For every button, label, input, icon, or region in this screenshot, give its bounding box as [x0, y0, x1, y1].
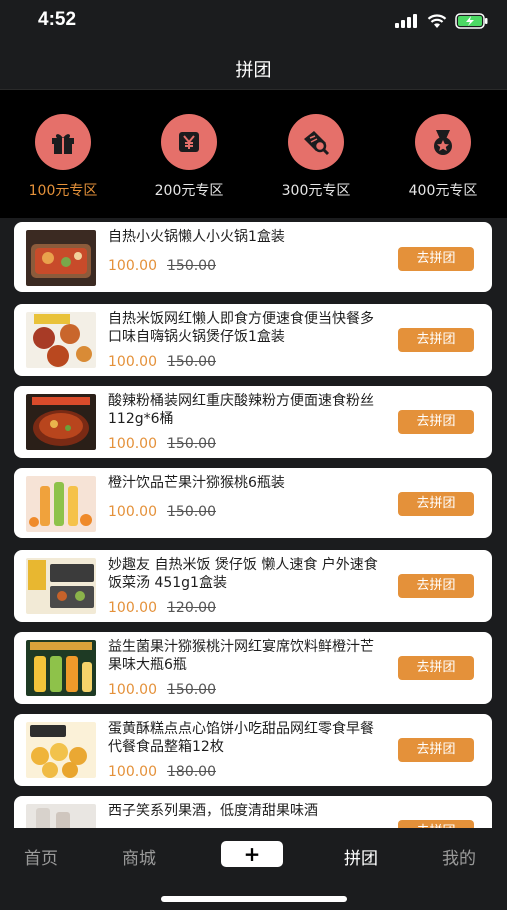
join-group-button[interactable]: 去拼团: [398, 656, 474, 680]
category-label: 400元专区: [408, 183, 478, 199]
join-group-button[interactable]: 去拼团: [398, 492, 474, 516]
product-image: [26, 476, 96, 532]
nav-bar: 拼团: [0, 44, 507, 90]
product-card[interactable]: 益生菌果汁猕猴桃汁网红宴席饮料鲜橙汁芒果味大瓶6瓶 100.00 150.00 去…: [14, 632, 492, 704]
product-title: 西子笑系列果酒，低度清甜果味酒: [108, 803, 318, 819]
category-circle: [288, 114, 344, 170]
product-image: [26, 558, 96, 614]
tab-group[interactable]: 拼团: [344, 844, 378, 869]
product-image: [26, 640, 96, 696]
product-price: 100.00: [108, 258, 157, 274]
battery-charging-icon: [455, 13, 488, 29]
tab-home[interactable]: 首页: [24, 844, 58, 869]
join-group-button[interactable]: 去拼团: [398, 738, 474, 762]
product-list[interactable]: 自热小火锅懒人小火锅1盒装 100.00 150.00 去拼团 自热米饭网红懒人即…: [8, 218, 499, 828]
status-icons: [395, 12, 489, 30]
product-card[interactable]: 自热米饭网红懒人即食方便速食便当快餐多口味自嗨锅火锅煲仔饭1盒装 100.00 1…: [14, 304, 492, 376]
product-price: 100.00: [108, 600, 157, 616]
join-group-button[interactable]: 去拼团: [398, 328, 474, 352]
product-old-price: 150.00: [167, 258, 216, 274]
price-row: 100.00 150.00: [108, 504, 216, 520]
medal-icon: [434, 130, 452, 155]
status-time: 4:52: [38, 9, 77, 30]
add-button[interactable]: +: [221, 841, 283, 867]
product-card[interactable]: 妙趣友 自热米饭 煲仔饭 懒人速食 户外速食 饭菜汤 451g1盒装 100.0…: [14, 550, 492, 622]
page-title: 拼团: [235, 60, 272, 81]
product-price: 100.00: [108, 682, 157, 698]
product-image: [26, 312, 96, 368]
product-title: 蛋黄酥糕点点心馅饼小吃甜品网红零食早餐代餐食品整箱12枚: [108, 721, 374, 755]
yen-card-icon: [179, 132, 199, 152]
join-group-button[interactable]: 去拼团: [398, 247, 474, 271]
category-label: 300元专区: [281, 183, 351, 199]
category-400[interactable]: 400元专区: [380, 114, 506, 200]
join-group-button[interactable]: 去拼团: [398, 574, 474, 598]
category-100[interactable]: 100元专区: [0, 114, 126, 200]
product-image: [26, 394, 96, 450]
product-image: [26, 722, 96, 778]
product-card[interactable]: 酸辣粉桶装网红重庆酸辣粉方便面速食粉丝112g*6桶 100.00 150.00 …: [14, 386, 492, 458]
product-old-price: 180.00: [167, 764, 216, 780]
product-title: 妙趣友 自热米饭 煲仔饭 懒人速食 户外速食 饭菜汤 451g1盒装: [108, 557, 378, 591]
category-label: 100元专区: [28, 183, 98, 199]
product-price: 100.00: [108, 354, 157, 370]
product-image: [26, 230, 96, 286]
product-old-price: 150.00: [167, 682, 216, 698]
product-card[interactable]: 西子笑系列果酒，低度清甜果味酒 去拼团: [14, 796, 492, 828]
product-old-price: 120.00: [167, 600, 216, 616]
product-title: 酸辣粉桶装网红重庆酸辣粉方便面速食粉丝112g*6桶: [108, 393, 374, 427]
ticket-search-icon: [304, 131, 330, 156]
tab-mine[interactable]: 我的: [442, 844, 476, 869]
product-price: 100.00: [108, 504, 157, 520]
product-card[interactable]: 蛋黄酥糕点点心馅饼小吃甜品网红零食早餐代餐食品整箱12枚 100.00 180.0…: [14, 714, 492, 786]
product-old-price: 150.00: [167, 436, 216, 452]
category-200[interactable]: 200元专区: [126, 114, 252, 200]
product-title: 自热米饭网红懒人即食方便速食便当快餐多口味自嗨锅火锅煲仔饭1盒装: [108, 311, 374, 345]
product-price: 100.00: [108, 764, 157, 780]
category-circle: [35, 114, 91, 170]
join-group-button[interactable]: 去拼团: [398, 410, 474, 434]
price-row: 100.00 150.00: [108, 354, 216, 370]
product-card[interactable]: 自热小火锅懒人小火锅1盒装 100.00 150.00 去拼团: [14, 222, 492, 292]
price-row: 100.00 150.00: [108, 436, 216, 452]
tab-mall[interactable]: 商城: [122, 844, 156, 869]
wifi-icon: [427, 13, 447, 28]
home-indicator: [161, 896, 347, 902]
price-row: 100.00 120.00: [108, 600, 216, 616]
gift-icon: [52, 134, 74, 154]
price-row: 100.00 150.00: [108, 682, 216, 698]
product-title: 橙汁饮品芒果汁猕猴桃6瓶装: [108, 475, 285, 491]
category-circle: [415, 114, 471, 170]
product-image: [26, 804, 96, 828]
category-strip: 100元专区 200元专区 300元专区 400元专区: [0, 90, 507, 218]
price-row: 100.00 180.00: [108, 764, 216, 780]
product-old-price: 150.00: [167, 354, 216, 370]
cellular-signal-icon: [395, 14, 417, 28]
product-title: 自热小火锅懒人小火锅1盒装: [108, 229, 285, 245]
category-300[interactable]: 300元专区: [253, 114, 379, 200]
status-bar: 4:52: [0, 0, 507, 44]
join-group-button[interactable]: 去拼团: [398, 820, 474, 828]
category-circle: [161, 114, 217, 170]
product-price: 100.00: [108, 436, 157, 452]
product-card[interactable]: 橙汁饮品芒果汁猕猴桃6瓶装 100.00 150.00 去拼团: [14, 468, 492, 538]
price-row: 100.00 150.00: [108, 258, 216, 274]
product-title: 益生菌果汁猕猴桃汁网红宴席饮料鲜橙汁芒果味大瓶6瓶: [108, 639, 374, 673]
category-label: 200元专区: [154, 183, 224, 199]
product-old-price: 150.00: [167, 504, 216, 520]
